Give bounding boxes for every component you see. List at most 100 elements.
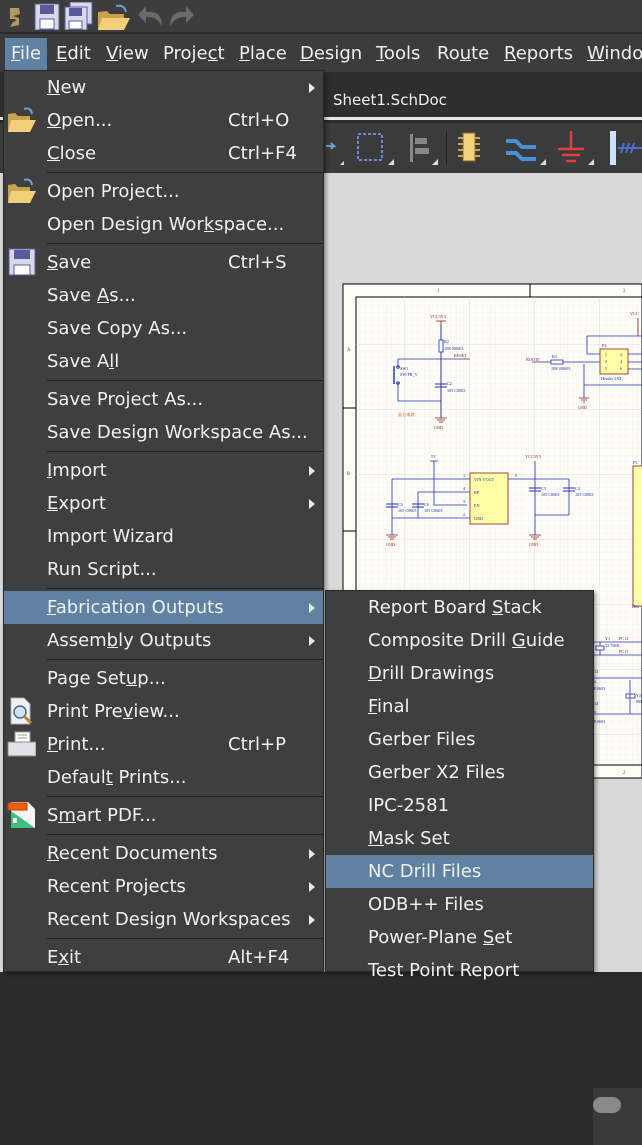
undo-icon[interactable] (136, 2, 166, 30)
menu-item-composite-drill-guide[interactable]: Composite Drill Guide (326, 624, 593, 657)
menu-item-odbplusplus-files[interactable]: ODB++ Files (326, 888, 593, 921)
menu-project[interactable]: Project (157, 38, 231, 70)
pin-number: 1 (463, 473, 465, 478)
file-menu: New Open... Ctrl+O Close Ctrl+F4 Open Project… (3, 70, 324, 972)
menu-item-recent-design-workspaces[interactable]: Recent Design Workspaces (4, 903, 323, 936)
designator: P2 (602, 343, 606, 348)
menu-item-open[interactable]: Open... Ctrl+O (4, 104, 323, 137)
menu-item-save-copy-as[interactable]: Save Copy As... (4, 312, 323, 345)
open-folder-icon[interactable] (96, 2, 132, 30)
horizontal-scrollbar[interactable] (593, 1097, 621, 1113)
menu-item-label: Gerber Files (368, 729, 476, 750)
open-project-icon (8, 178, 36, 203)
menu-item-save-project-as[interactable]: Save Project As... (4, 383, 323, 416)
menu-item-power-plane-set[interactable]: Power-Plane Set (326, 921, 593, 954)
save-all-icon[interactable] (63, 2, 93, 30)
redo-icon[interactable] (166, 2, 196, 30)
menu-item-assembly-outputs[interactable]: Assembly Outputs (4, 624, 323, 657)
mnemonic-underline (125, 685, 138, 686)
mnemonic-underline (368, 680, 382, 681)
menu-item-recent-documents[interactable]: Recent Documents (4, 837, 323, 870)
menu-item-mask-set[interactable]: Mask Set (326, 822, 593, 855)
menu-design[interactable]: Design (294, 38, 368, 70)
menu-item-print-preview[interactable]: Print Preview... (4, 695, 323, 728)
menu-item-final[interactable]: Final (326, 690, 593, 723)
menu-item-exit[interactable]: Exit Alt+F4 (4, 941, 323, 974)
pin-number: 5 (605, 366, 607, 371)
menu-item-run-script[interactable]: Run Script... (4, 553, 323, 586)
menu-tools[interactable]: Tools (370, 38, 426, 70)
designator: Y1 (605, 636, 610, 641)
menu-item-fabrication-outputs[interactable]: Fabrication Outputs (4, 591, 323, 624)
menu-item-drill-drawings[interactable]: Drill Drawings (326, 657, 593, 690)
menu-item-label: NC Drill Files (368, 861, 482, 882)
menu-item-label: Recent Documents (47, 843, 218, 864)
menu-item-import[interactable]: Import (4, 454, 323, 487)
menu-item-import-wizard[interactable]: Import Wizard (4, 520, 323, 553)
menu-windo[interactable]: Windo (581, 38, 642, 70)
menu-item-smart-pdf[interactable]: Smart PDF... (4, 799, 323, 832)
menu-item-nc-drill-files[interactable]: NC Drill Files (326, 855, 593, 888)
menu-item-label: Save All (47, 351, 120, 372)
designator: P3 (633, 460, 637, 465)
menu-edit[interactable]: Edit (50, 38, 97, 70)
menu-item-label: Close (47, 143, 97, 164)
menu-item-save[interactable]: Save Ctrl+S (4, 246, 323, 279)
menu-item-report-board-stack[interactable]: Report Board Stack (326, 591, 593, 624)
menu-view[interactable]: View (100, 38, 155, 70)
menu-item-default-prints[interactable]: Default Prints... (4, 761, 323, 794)
menu-reports[interactable]: Reports (498, 38, 579, 70)
pin-number: 6 (620, 366, 622, 371)
mnemonic-underline (368, 713, 378, 714)
mnemonic-underline (587, 60, 605, 61)
pin-number: 2 (620, 352, 622, 357)
mnemonic-underline (492, 614, 504, 615)
pin-number: 5 (515, 473, 517, 478)
menu-item-label: Import (47, 460, 107, 481)
menu-item-label: Mask Set (368, 828, 450, 849)
place-part-icon[interactable] (458, 132, 480, 162)
menu-route[interactable]: Route (431, 38, 495, 70)
net-label: VCC3V3 (430, 314, 446, 319)
menu-item-label: Export (47, 493, 106, 514)
menu-item-label: Save Design Workspace As... (47, 422, 308, 443)
menu-item-close[interactable]: Close Ctrl+F4 (4, 137, 323, 170)
menu-item-gerber-files[interactable]: Gerber Files (326, 723, 593, 756)
designator: R2 (444, 339, 449, 344)
altium-logo-icon[interactable] (4, 2, 26, 30)
mnemonic-underline (459, 60, 472, 61)
menu-place[interactable]: Place (233, 38, 293, 70)
submenu-arrow-icon (309, 636, 315, 646)
align-icon[interactable] (410, 134, 438, 165)
menu-item-page-setup[interactable]: Page Setup... (4, 662, 323, 695)
designator: C5 (398, 502, 403, 507)
select-rectangle-icon[interactable] (357, 133, 394, 165)
menu-item-save-as[interactable]: Save As... (4, 279, 323, 312)
menu-item-test-point-report[interactable]: Test Point Report (326, 954, 593, 987)
tab-sheet1-schdoc[interactable]: Sheet1.SchDoc (333, 91, 447, 109)
menu-item-save-all[interactable]: Save All (4, 345, 323, 378)
save-icon[interactable] (32, 2, 62, 30)
menu-file[interactable]: File (5, 38, 48, 70)
net-label: 5V (431, 454, 436, 459)
menu-item-ipc-2581[interactable]: IPC-2581 (326, 789, 593, 822)
move-arrow-icon[interactable] (326, 142, 344, 165)
menu-item-open-design-workspace[interactable]: Open Design Workspace... (4, 208, 323, 241)
menu-item-open-project[interactable]: Open Project... (4, 175, 323, 208)
place-port-icon[interactable] (610, 131, 642, 165)
component-value: 105 C0603 (447, 388, 466, 393)
designator: SW1 (400, 366, 408, 371)
net-label: GND (434, 425, 443, 430)
mnemonic-underline (368, 845, 384, 846)
menu-item-label: Save Project As... (47, 389, 204, 410)
menu-item-export[interactable]: Export (4, 487, 323, 520)
menu-item-gerber-x2-files[interactable]: Gerber X2 Files (326, 756, 593, 789)
place-bus-icon[interactable] (506, 139, 546, 165)
menu-item-save-design-workspace-as[interactable]: Save Design Workspace As... (4, 416, 323, 449)
menu-item-recent-projects[interactable]: Recent Projects (4, 870, 323, 903)
place-ground-icon[interactable] (558, 131, 594, 165)
menu-item-label: Fabrication Outputs (47, 597, 224, 618)
menu-item-new[interactable]: New (4, 71, 323, 104)
menu-item-label: Open Design Workspace... (47, 214, 285, 235)
menu-item-print[interactable]: Print... Ctrl+P (4, 728, 323, 761)
